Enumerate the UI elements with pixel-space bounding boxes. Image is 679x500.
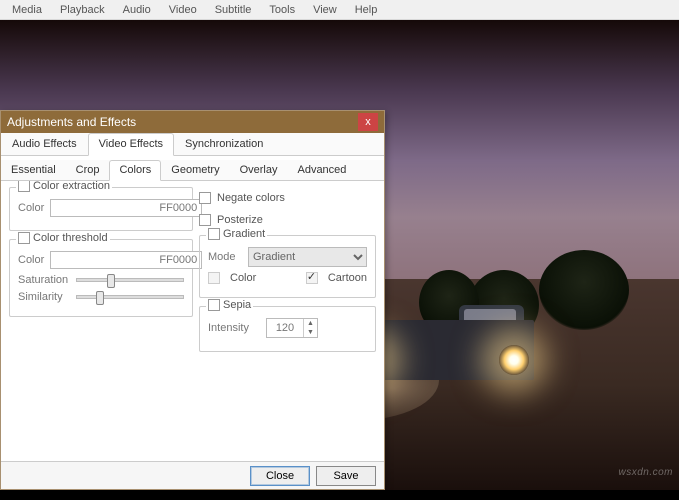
colors-pane: Color extraction Color Color threshold C… xyxy=(1,181,384,461)
dialog-buttonbar: Close Save xyxy=(1,461,384,489)
subtab-essential[interactable]: Essential xyxy=(1,160,66,180)
color-threshold-group: Color threshold Color Saturation Similar… xyxy=(9,239,193,317)
menu-view[interactable]: View xyxy=(305,2,345,18)
close-button[interactable]: x xyxy=(358,113,378,131)
gradient-color-label: Color xyxy=(230,272,256,284)
gradient-label: Gradient xyxy=(223,228,265,240)
dialog-title-text: Adjustments and Effects xyxy=(7,115,358,129)
menu-subtitle[interactable]: Subtitle xyxy=(207,2,260,18)
color-extraction-group: Color extraction Color xyxy=(9,187,193,231)
color-threshold-checkbox[interactable] xyxy=(18,232,30,244)
menu-audio[interactable]: Audio xyxy=(115,2,159,18)
dialog-titlebar[interactable]: Adjustments and Effects x xyxy=(1,111,384,133)
subtab-overlay[interactable]: Overlay xyxy=(230,160,288,180)
menu-video[interactable]: Video xyxy=(161,2,205,18)
sub-tabs: Essential Crop Colors Geometry Overlay A… xyxy=(1,160,384,181)
subtab-colors[interactable]: Colors xyxy=(109,160,161,181)
video-tree xyxy=(539,250,629,330)
tab-audio-effects[interactable]: Audio Effects xyxy=(1,133,88,155)
main-tabs: Audio Effects Video Effects Synchronizat… xyxy=(1,133,384,156)
chevron-up-icon[interactable]: ▲ xyxy=(304,319,317,328)
extraction-color-input[interactable] xyxy=(50,199,202,217)
color-threshold-label: Color threshold xyxy=(33,232,108,244)
sepia-checkbox[interactable] xyxy=(208,299,220,311)
menubar: Media Playback Audio Video Subtitle Tool… xyxy=(0,0,679,20)
menu-playback[interactable]: Playback xyxy=(52,2,113,18)
extraction-color-label: Color xyxy=(18,202,44,214)
subtab-geometry[interactable]: Geometry xyxy=(161,160,229,180)
save-button[interactable]: Save xyxy=(316,466,376,486)
gradient-checkbox[interactable] xyxy=(208,228,220,240)
saturation-slider[interactable] xyxy=(76,278,184,282)
chevron-down-icon[interactable]: ▼ xyxy=(304,328,317,337)
saturation-label: Saturation xyxy=(18,274,70,286)
gradient-cartoon-label: Cartoon xyxy=(328,272,367,284)
subtab-advanced[interactable]: Advanced xyxy=(287,160,356,180)
color-extraction-checkbox[interactable] xyxy=(18,181,30,192)
sepia-intensity-value: 120 xyxy=(267,322,303,334)
menu-media[interactable]: Media xyxy=(4,2,50,18)
gradient-color-checkbox[interactable] xyxy=(208,272,220,284)
video-truck xyxy=(364,305,534,400)
adjustments-effects-dialog: Adjustments and Effects x Audio Effects … xyxy=(0,110,385,490)
sepia-intensity-spinner[interactable]: 120 ▲▼ xyxy=(266,318,318,338)
similarity-slider[interactable] xyxy=(76,295,184,299)
watermark-text: wsxdn.com xyxy=(618,467,673,478)
posterize-label: Posterize xyxy=(217,214,263,226)
tab-synchronization[interactable]: Synchronization xyxy=(174,133,274,155)
threshold-color-input[interactable] xyxy=(50,251,202,269)
negate-colors-checkbox[interactable] xyxy=(199,192,211,204)
subtab-crop[interactable]: Crop xyxy=(66,160,110,180)
headlight-icon xyxy=(499,345,529,375)
negate-colors-label: Negate colors xyxy=(217,192,285,204)
tab-video-effects[interactable]: Video Effects xyxy=(88,133,174,156)
gradient-mode-label: Mode xyxy=(208,251,242,263)
menu-tools[interactable]: Tools xyxy=(261,2,303,18)
posterize-checkbox[interactable] xyxy=(199,214,211,226)
sepia-intensity-label: Intensity xyxy=(208,322,260,334)
sepia-label: Sepia xyxy=(223,299,251,311)
threshold-color-label: Color xyxy=(18,254,44,266)
gradient-cartoon-checkbox[interactable] xyxy=(306,272,318,284)
menu-help[interactable]: Help xyxy=(347,2,386,18)
gradient-mode-select[interactable]: Gradient xyxy=(248,247,367,267)
similarity-label: Similarity xyxy=(18,291,70,303)
color-extraction-label: Color extraction xyxy=(33,181,110,192)
close-dialog-button[interactable]: Close xyxy=(250,466,310,486)
gradient-group: Gradient Mode Gradient Color Cartoon xyxy=(199,235,376,298)
sepia-group: Sepia Intensity 120 ▲▼ xyxy=(199,306,376,352)
